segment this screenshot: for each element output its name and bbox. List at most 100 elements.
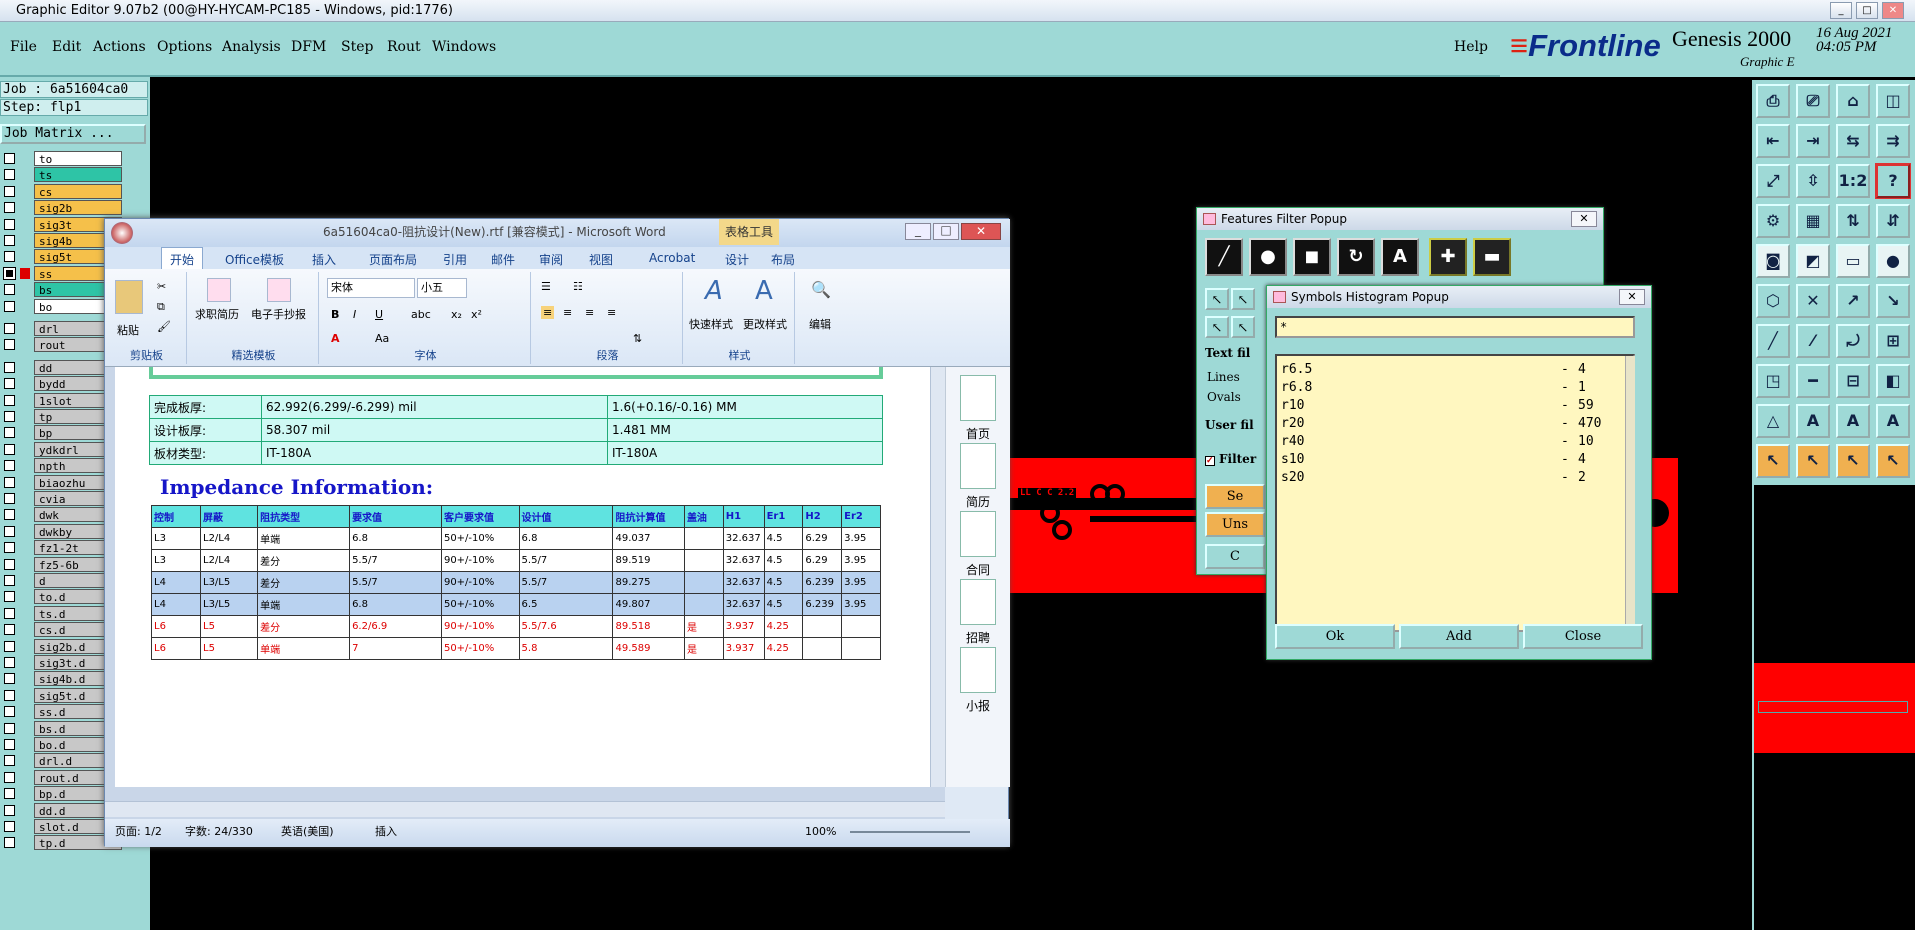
format-painter-icon[interactable]: 🖌 (157, 320, 171, 333)
unselect-button[interactable]: Uns (1205, 512, 1265, 537)
layer-row[interactable]: to (4, 151, 122, 166)
negative-polarity-button[interactable]: ▬ (1473, 238, 1511, 276)
tool-button-34-icon[interactable]: A (1796, 404, 1830, 438)
impedance-cell[interactable]: 4.5 (763, 571, 804, 594)
impedance-cell[interactable]: 6.5 (518, 593, 614, 616)
sidebar-template-3[interactable]: 招聘 (952, 579, 1004, 646)
select-arrow-button-4[interactable]: ↖ (1231, 316, 1255, 338)
layer-row[interactable]: sig2b.d (4, 638, 122, 654)
impedance-header-cell[interactable]: 要求值 (349, 505, 442, 528)
tool-button-11-icon[interactable]: 1:2 (1836, 164, 1870, 198)
sidebar-template-4[interactable]: 小报 (952, 647, 1004, 714)
tab-5[interactable]: 邮件 (491, 251, 515, 268)
font-color-button[interactable]: A (331, 332, 340, 345)
numbering-icon[interactable]: ☷ (573, 280, 583, 293)
align-center-icon[interactable]: ≡ (563, 306, 572, 319)
impedance-cell[interactable] (683, 593, 724, 616)
bold-button[interactable]: B (331, 308, 339, 321)
subscript-button[interactable]: x₂ (451, 308, 462, 321)
layer-checkbox[interactable] (3, 266, 16, 280)
layer-row[interactable]: fz5-6b (4, 556, 122, 572)
layer-checkbox[interactable] (4, 607, 15, 619)
impedance-cell[interactable]: 5.5/7 (518, 549, 614, 572)
histogram-row[interactable]: r20 -470 (1281, 416, 1611, 434)
word-minimize-button[interactable]: _ (905, 223, 931, 240)
tool-button-36-icon[interactable]: A (1876, 404, 1910, 438)
change-case-button[interactable]: Aa (375, 332, 389, 345)
tool-button-4-icon[interactable]: ◫ (1876, 84, 1910, 118)
bullets-icon[interactable]: ☰ (541, 280, 551, 293)
impedance-cell[interactable]: 6.8 (349, 593, 442, 616)
sort-icon[interactable]: ⇅ (633, 332, 642, 345)
sidebar-template-0[interactable]: 首页 (952, 375, 1004, 442)
impedance-header-cell[interactable]: 阻抗计算值 (612, 505, 685, 528)
tool-button-20-icon[interactable]: ● (1876, 244, 1910, 278)
layer-row[interactable]: bp (4, 425, 122, 441)
tab-2[interactable]: 插入 (312, 251, 336, 268)
word-count[interactable]: 字数: 24/330 (185, 819, 253, 845)
layer-row[interactable]: drl.d (4, 753, 122, 769)
paste-icon[interactable] (115, 280, 143, 314)
layer-checkbox[interactable] (4, 575, 15, 586)
impedance-cell[interactable]: 89.518 (612, 615, 685, 638)
impedance-cell[interactable]: 32.637 (722, 549, 765, 572)
layer-checkbox[interactable] (4, 837, 15, 849)
layer-checkbox[interactable] (4, 657, 15, 668)
office-button-icon[interactable] (111, 222, 133, 244)
tool-button-14-icon[interactable]: ▦ (1796, 204, 1830, 238)
select-arrow-button-3[interactable]: ↖ (1205, 316, 1229, 338)
histogram-row[interactable]: r10 -59 (1281, 398, 1611, 416)
layer-checkbox[interactable] (4, 771, 15, 783)
menu-actions[interactable]: Actions (93, 39, 146, 55)
layer-row[interactable]: sig5t (4, 249, 122, 265)
layer-row[interactable]: sig3t (4, 216, 122, 232)
underline-button[interactable]: U (375, 308, 383, 321)
impedance-cell[interactable]: 49.589 (612, 637, 685, 660)
close-button[interactable]: ✕ (1882, 2, 1904, 19)
layer-checkbox[interactable] (4, 476, 15, 488)
quick-style-icon[interactable]: A (705, 276, 723, 306)
impedance-header-cell[interactable]: 盖油 (683, 505, 724, 528)
layer-row[interactable]: 1slot (4, 392, 122, 408)
impedance-cell[interactable]: 6.29 (802, 549, 843, 572)
tool-button-26-icon[interactable]: ⁄ (1796, 324, 1830, 358)
histogram-row[interactable]: r40 -10 (1281, 434, 1611, 452)
layer-row[interactable]: bo.d (4, 737, 122, 752)
layer-row[interactable]: ydkdrl (4, 441, 122, 457)
arc-filter-button[interactable]: ↻ (1337, 238, 1375, 276)
layer-checkbox[interactable] (4, 722, 15, 734)
impedance-cell[interactable]: 5.5/7 (518, 571, 614, 594)
layer-checkbox[interactable] (4, 788, 15, 800)
layer-row[interactable]: sig2b (4, 200, 122, 216)
layer-checkbox[interactable] (4, 323, 15, 334)
impedance-cell[interactable]: 单端 (257, 527, 351, 550)
impedance-cell[interactable]: 4.5 (763, 593, 804, 616)
impedance-cell[interactable]: 5.5/7 (349, 571, 442, 594)
tool-button-7-icon[interactable]: ⇆ (1836, 124, 1870, 158)
right-preview[interactable] (1752, 485, 1915, 930)
impedance-cell[interactable]: 3.95 (841, 527, 881, 550)
layer-row[interactable]: dwk (4, 507, 122, 523)
zoom-slider[interactable] (850, 831, 970, 833)
positive-polarity-button[interactable]: ✚ (1429, 238, 1467, 276)
layer-row[interactable]: cvia (4, 491, 122, 506)
layer-checkbox[interactable] (4, 804, 15, 816)
tool-button-22-icon[interactable]: ✕ (1796, 284, 1830, 318)
impedance-header-cell[interactable]: 屏蔽 (199, 505, 259, 528)
layer-row[interactable]: tp.d (4, 835, 122, 851)
layer-row[interactable]: drl (4, 321, 122, 336)
sidebar-template-2[interactable]: 合同 (952, 511, 1004, 578)
italic-button[interactable]: I (353, 308, 356, 321)
impedance-cell[interactable]: 6.2/6.9 (349, 615, 442, 638)
tab-10[interactable]: 布局 (771, 251, 795, 268)
impedance-cell[interactable]: 7 (349, 637, 442, 660)
line-filter-button[interactable]: ╱ (1205, 238, 1243, 276)
tool-button-38-icon[interactable]: ↖ (1796, 444, 1830, 478)
impedance-cell[interactable]: L5 (199, 637, 259, 660)
tool-button-31-icon[interactable]: ⊟ (1836, 364, 1870, 398)
symbols-histogram-popup[interactable]: Symbols Histogram Popup✕ r6.5-4r6.8-1r10… (1266, 285, 1652, 660)
close-c-button[interactable]: C (1205, 544, 1265, 569)
impedance-cell[interactable]: 3.95 (841, 593, 881, 616)
tool-button-28-icon[interactable]: ⊞ (1876, 324, 1910, 358)
layer-name[interactable]: ts (34, 167, 122, 183)
